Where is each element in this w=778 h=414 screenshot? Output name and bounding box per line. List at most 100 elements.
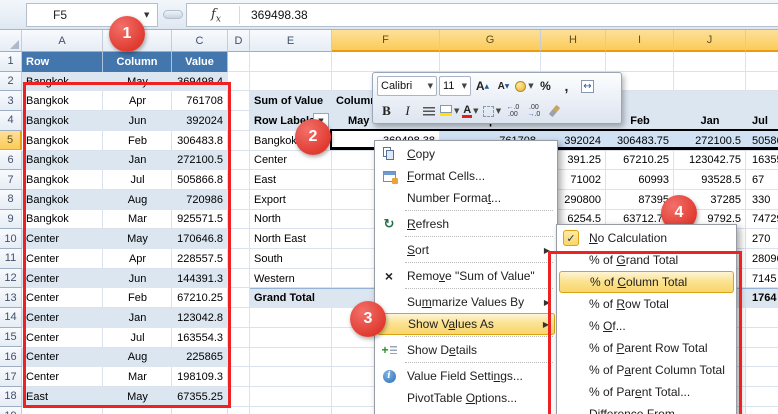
- source-cell-r6-c1[interactable]: Jan: [103, 151, 172, 171]
- submenu-item-of-column-total[interactable]: % of Column Total: [559, 271, 734, 293]
- row-header-14[interactable]: 14: [0, 308, 22, 328]
- source-cell-r5-c2[interactable]: 306483.8: [172, 131, 228, 151]
- row-header-13[interactable]: 13: [0, 288, 22, 308]
- formula-value[interactable]: 369498.38: [251, 4, 308, 26]
- source-cell-r5-c1[interactable]: Feb: [103, 131, 172, 151]
- source-cell-r7-c1[interactable]: Jul: [103, 170, 172, 190]
- row-header-18[interactable]: 18: [0, 387, 22, 407]
- source-cell-r9-c0[interactable]: Bangkok: [22, 210, 103, 230]
- font-decrease-button[interactable]: A▼: [494, 76, 513, 96]
- pivot-row-label-north-east[interactable]: North East: [250, 229, 332, 249]
- column-header-J[interactable]: J: [674, 30, 746, 52]
- source-cell-r2-c1[interactable]: May: [103, 72, 172, 92]
- menu-item-sort[interactable]: Sort▶: [377, 239, 555, 261]
- source-cell-r15-c1[interactable]: Jul: [103, 328, 172, 348]
- row-header-8[interactable]: 8: [0, 190, 22, 210]
- source-cell-r14-c1[interactable]: Jan: [103, 308, 172, 328]
- source-cell-r14-c0[interactable]: Center: [22, 308, 103, 328]
- increase-decimal-button[interactable]: ←.0.00: [503, 101, 522, 121]
- source-cell-r13-c0[interactable]: Center: [22, 288, 103, 308]
- font-name-select[interactable]: Calibri▼: [377, 76, 437, 96]
- row-header-12[interactable]: 12: [0, 269, 22, 289]
- column-header-I[interactable]: I: [606, 30, 674, 52]
- menu-item-pivottable-options[interactable]: PivotTable Options...: [377, 387, 555, 409]
- submenu-item-no-calculation[interactable]: ✓No Calculation: [559, 227, 734, 249]
- column-header-K[interactable]: K: [746, 30, 778, 52]
- row-header-15[interactable]: 15: [0, 328, 22, 348]
- row-header-9[interactable]: 9: [0, 210, 22, 230]
- pivot-cell-bangkok-jan[interactable]: 272100.5: [674, 131, 746, 151]
- name-box-dropdown-icon[interactable]: ▼: [144, 11, 149, 19]
- autofit-button[interactable]: ↔: [578, 76, 597, 96]
- percent-style-button[interactable]: %: [536, 76, 555, 96]
- menu-item-format-cells[interactable]: Format Cells...: [377, 165, 555, 187]
- submenu-item-of-row-total[interactable]: % of Row Total: [559, 293, 734, 315]
- source-cell-r2-c2[interactable]: 369498.4: [172, 72, 228, 92]
- source-cell-r16-c1[interactable]: Aug: [103, 348, 172, 368]
- source-cell-r8-c2[interactable]: 720986: [172, 190, 228, 210]
- row-header-5[interactable]: 5: [0, 131, 22, 151]
- source-cell-r9-c1[interactable]: Mar: [103, 210, 172, 230]
- source-cell-r7-c2[interactable]: 505866.8: [172, 170, 228, 190]
- submenu-item-of-grand-total[interactable]: % of Grand Total: [559, 249, 734, 271]
- row-header-6[interactable]: 6: [0, 151, 22, 171]
- menu-item-copy[interactable]: Copy: [377, 143, 555, 165]
- source-cell-r8-c0[interactable]: Bangkok: [22, 190, 103, 210]
- source-cell-r12-c2[interactable]: 144391.3: [172, 269, 228, 289]
- source-cell-r11-c2[interactable]: 228557.5: [172, 249, 228, 269]
- submenu-item-of-parent-total[interactable]: % of Parent Total...: [559, 381, 734, 403]
- source-cell-r8-c1[interactable]: Aug: [103, 190, 172, 210]
- row-header-17[interactable]: 17: [0, 367, 22, 387]
- source-cell-r11-c0[interactable]: Center: [22, 249, 103, 269]
- source-cell-r12-c1[interactable]: Jun: [103, 269, 172, 289]
- pivot-cell-east-jan[interactable]: 93528.5: [674, 170, 746, 190]
- source-cell-r16-c2[interactable]: 225865: [172, 348, 228, 368]
- source-cell-r15-c2[interactable]: 163554.3: [172, 328, 228, 348]
- formula-bar-collapse-handle[interactable]: [163, 10, 183, 19]
- row-header-19[interactable]: 19: [0, 407, 22, 414]
- source-cell-r15-c0[interactable]: Center: [22, 328, 103, 348]
- fill-color-button[interactable]: ▼: [440, 101, 459, 121]
- source-cell-r6-c0[interactable]: Bangkok: [22, 151, 103, 171]
- column-header-G[interactable]: G: [440, 30, 541, 52]
- pivot-cell-western-jul[interactable]: 7145: [746, 269, 778, 289]
- italic-button[interactable]: I: [398, 101, 417, 121]
- row-header-4[interactable]: 4: [0, 111, 22, 131]
- decrease-decimal-button[interactable]: .00→.0: [524, 101, 543, 121]
- pivot-month-header-jan[interactable]: Jan: [674, 111, 746, 131]
- pivot-row-label-east[interactable]: East: [250, 170, 332, 190]
- menu-item-summarize-values-by[interactable]: Summarize Values By▶: [377, 291, 555, 313]
- pivot-month-header-jul[interactable]: Jul: [746, 111, 778, 131]
- font-size-select[interactable]: 11▼: [439, 76, 471, 96]
- submenu-item-difference-from[interactable]: Difference From...: [559, 403, 734, 414]
- source-cell-r11-c1[interactable]: Apr: [103, 249, 172, 269]
- menu-item-number-format[interactable]: Number Format...: [377, 187, 555, 209]
- submenu-item-of-parent-column-total[interactable]: % of Parent Column Total: [559, 359, 734, 381]
- submenu-item-of-parent-row-total[interactable]: % of Parent Row Total: [559, 337, 734, 359]
- source-cell-r17-c1[interactable]: Mar: [103, 367, 172, 387]
- source-cell-r4-c2[interactable]: 392024: [172, 111, 228, 131]
- pivot-row-label-south[interactable]: South: [250, 249, 332, 269]
- row-header-3[interactable]: 3: [0, 91, 22, 111]
- pivot-cell-south-jul[interactable]: 280968: [746, 249, 778, 269]
- font-increase-button[interactable]: A▲: [473, 76, 492, 96]
- row-header-1[interactable]: 1: [0, 52, 22, 72]
- menu-item-refresh[interactable]: ↻Refresh: [377, 213, 555, 235]
- pivot-cell-center-jan[interactable]: 123042.75: [674, 151, 746, 171]
- pivot-cell-north-jul[interactable]: 74729: [746, 210, 778, 230]
- pivot-cell-bangkok-feb[interactable]: 306483.75: [606, 131, 674, 151]
- menu-item-show-values-as[interactable]: Show Values As▶: [377, 313, 555, 335]
- row-header-7[interactable]: 7: [0, 170, 22, 190]
- source-cell-r2-c0[interactable]: Bangkok: [22, 72, 103, 92]
- menu-item-show-details[interactable]: +Show Details: [377, 339, 555, 361]
- select-all-corner[interactable]: [0, 30, 22, 52]
- source-cell-r4-c0[interactable]: Bangkok: [22, 111, 103, 131]
- font-color-button[interactable]: A▼: [461, 101, 480, 121]
- column-header-F[interactable]: F: [332, 30, 440, 52]
- source-cell-r5-c0[interactable]: Bangkok: [22, 131, 103, 151]
- formula-bar[interactable]: fx 369498.38: [186, 3, 778, 27]
- source-cell-r10-c2[interactable]: 170646.8: [172, 229, 228, 249]
- source-cell-r10-c1[interactable]: May: [103, 229, 172, 249]
- column-header-E[interactable]: E: [250, 30, 332, 52]
- source-cell-r12-c0[interactable]: Center: [22, 269, 103, 289]
